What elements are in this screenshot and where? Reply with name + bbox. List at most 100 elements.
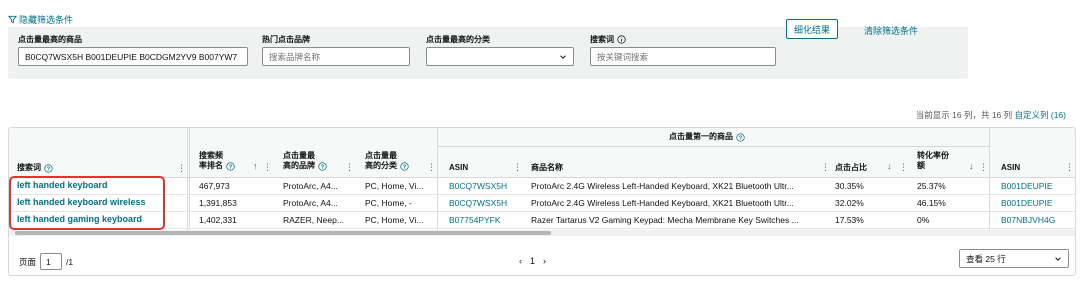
- col-header-asin-2[interactable]: ASIN: [1001, 163, 1020, 173]
- sort-descending-icon[interactable]: ↓: [887, 161, 892, 171]
- info-icon[interactable]: [617, 35, 626, 44]
- help-icon[interactable]: ?: [318, 161, 327, 171]
- search-term-label: 搜索词: [590, 35, 614, 44]
- page-jump: 页面 1 /1: [19, 253, 73, 270]
- sort-ascending-icon[interactable]: ↑: [253, 161, 258, 171]
- prev-page-icon[interactable]: ‹: [519, 256, 522, 266]
- page-label: 页面: [19, 256, 37, 267]
- svg-text:?: ?: [229, 164, 232, 170]
- click-share: 30.35%: [835, 181, 864, 191]
- top-brand: ProtoArc, A4...: [283, 198, 338, 208]
- col-header-conversion-line1: 转化率份: [917, 151, 949, 160]
- keyword-link[interactable]: left handed keyboard: [17, 180, 108, 190]
- asin-link[interactable]: B07NBJVH4G: [1001, 215, 1055, 225]
- col-header-asin[interactable]: ASIN: [449, 163, 468, 173]
- top-category: PC, Home, -: [365, 198, 412, 208]
- col-header-top-category[interactable]: 点击量最 高的分类 ?: [365, 151, 409, 171]
- filter-icon: [8, 15, 17, 24]
- chevron-down-icon: [1055, 257, 1061, 261]
- column-menu-icon[interactable]: ⋮: [899, 162, 908, 173]
- frequency-rank: 467,973: [199, 181, 230, 191]
- svg-text:?: ?: [47, 166, 50, 172]
- clear-filters-link[interactable]: 清除筛选条件: [864, 24, 918, 37]
- col-header-product-name[interactable]: 商品名称: [531, 163, 563, 173]
- column-menu-icon[interactable]: ⋮: [345, 162, 354, 173]
- top-brand: RAZER, Neep...: [283, 215, 344, 225]
- category-label: 点击量最高的分类: [426, 35, 490, 44]
- product-name: Razer Tartarus V2 Gaming Keypad: Mecha M…: [531, 215, 799, 225]
- click-share: 17.53%: [835, 215, 864, 225]
- brand-label: 热门点击品牌: [262, 35, 310, 44]
- column-menu-icon[interactable]: ⋮: [979, 162, 988, 173]
- keyword-link[interactable]: left handed keyboard wireless: [17, 197, 146, 207]
- col-header-frequency[interactable]: 搜索频 率排名 ?: [199, 151, 235, 171]
- col-header-search-term[interactable]: 搜索词 ?: [17, 163, 53, 173]
- hide-filters-label: 隐藏筛选条件: [19, 15, 74, 25]
- horizontal-scrollbar[interactable]: [9, 230, 1075, 236]
- col-header-top-category-line2: 高的分类: [365, 161, 397, 170]
- group-header-top-product: 点击量第一的商品 ?: [669, 132, 745, 142]
- column-menu-icon[interactable]: ⋮: [427, 162, 436, 173]
- current-page[interactable]: 1: [530, 256, 535, 266]
- column-menu-icon[interactable]: ⋮: [1065, 162, 1074, 173]
- col-header-conversion[interactable]: 转化率份 额: [917, 151, 949, 171]
- col-header-frequency-line2: 率排名: [199, 161, 223, 170]
- group-header-divider: [437, 146, 989, 147]
- next-page-icon[interactable]: ›: [543, 256, 546, 266]
- col-header-top-brand-line1: 点击量最: [283, 151, 315, 160]
- asin-link[interactable]: B07754PYFK: [449, 215, 501, 225]
- product-name: ProtoArc 2.4G Wireless Left-Handed Keybo…: [531, 198, 794, 208]
- asin-link[interactable]: B0CQ7WSX5H: [449, 198, 507, 208]
- col-header-top-brand-line2: 高的品牌: [283, 161, 315, 170]
- top-category: PC, Home, Vi...: [365, 181, 424, 191]
- help-icon[interactable]: ?: [400, 161, 409, 171]
- asin-link[interactable]: B001DEUPIE: [1001, 181, 1053, 191]
- svg-text:?: ?: [403, 164, 406, 170]
- column-menu-icon[interactable]: ⋮: [263, 162, 272, 173]
- help-icon[interactable]: ?: [736, 132, 745, 142]
- column-menu-icon[interactable]: ⋮: [177, 163, 186, 174]
- group-header-label: 点击量第一的商品: [669, 132, 733, 141]
- column-count-text: 当前显示 16 列，共 16 列: [915, 110, 1013, 120]
- col-header-frequency-line1: 搜索频: [199, 151, 223, 160]
- category-select[interactable]: [426, 47, 574, 66]
- col-header-click-share[interactable]: 点击占比: [835, 163, 867, 173]
- svg-text:?: ?: [321, 164, 324, 170]
- frequency-rank: 1,391,853: [199, 198, 237, 208]
- top-products-input[interactable]: B0CQ7WSX5H B001DEUPIE B0CDGM2YV9 B007YW7: [18, 47, 248, 66]
- column-menu-icon[interactable]: ⋮: [513, 162, 522, 173]
- click-share: 32.02%: [835, 198, 864, 208]
- help-icon[interactable]: ?: [226, 161, 235, 171]
- table-row: left handed keyboard wireless 1,391,853 …: [9, 195, 1075, 212]
- conversion-share: 46.15%: [917, 198, 946, 208]
- hide-filters-link[interactable]: 隐藏筛选条件: [8, 13, 73, 26]
- refine-results-button[interactable]: 细化结果: [786, 19, 838, 39]
- chevron-down-icon: [560, 55, 566, 59]
- keyword-link[interactable]: left handed gaming keyboard: [17, 214, 142, 224]
- search-term-input[interactable]: 按关键词搜索: [590, 47, 776, 66]
- rows-per-page-select[interactable]: 查看 25 行: [959, 249, 1069, 268]
- column-status: 当前显示 16 列，共 16 列 自定义列 (16): [916, 109, 1066, 121]
- top-category: PC, Home, Vi...: [365, 215, 424, 225]
- help-icon[interactable]: ?: [44, 163, 53, 173]
- col-header-search-term-label: 搜索词: [17, 163, 41, 172]
- customize-columns-link[interactable]: 自定义列 (16): [1015, 110, 1066, 120]
- pager-nav: ‹ 1 ›: [519, 256, 546, 266]
- frequency-rank: 1,402,331: [199, 215, 237, 225]
- brand-search-input[interactable]: 搜索品牌名称: [262, 47, 410, 66]
- scrollbar-thumb[interactable]: [15, 231, 551, 235]
- table-row: left handed keyboard 467,973 ProtoArc, A…: [9, 178, 1075, 195]
- results-table: 点击量第一的商品 ? 搜索词 ? ⋮ 搜索频 率排名 ? ↑ ⋮ 点击量最 高的…: [8, 127, 1076, 276]
- sort-descending-icon[interactable]: ↓: [969, 161, 974, 171]
- col-header-top-brand[interactable]: 点击量最 高的品牌 ?: [283, 151, 327, 171]
- page-number-input[interactable]: 1: [40, 253, 63, 270]
- asin-link[interactable]: B0CQ7WSX5H: [449, 181, 507, 191]
- top-products-label: 点击量最高的商品: [18, 35, 82, 44]
- conversion-share: 25.37%: [917, 181, 946, 191]
- svg-text:?: ?: [739, 135, 742, 141]
- column-menu-icon[interactable]: ⋮: [821, 162, 830, 173]
- conversion-share: 0%: [917, 215, 930, 225]
- asin-link[interactable]: B001DEUPIE: [1001, 198, 1053, 208]
- total-pages: /1: [66, 256, 74, 267]
- rows-per-page-value: 查看 25 行: [966, 253, 1006, 264]
